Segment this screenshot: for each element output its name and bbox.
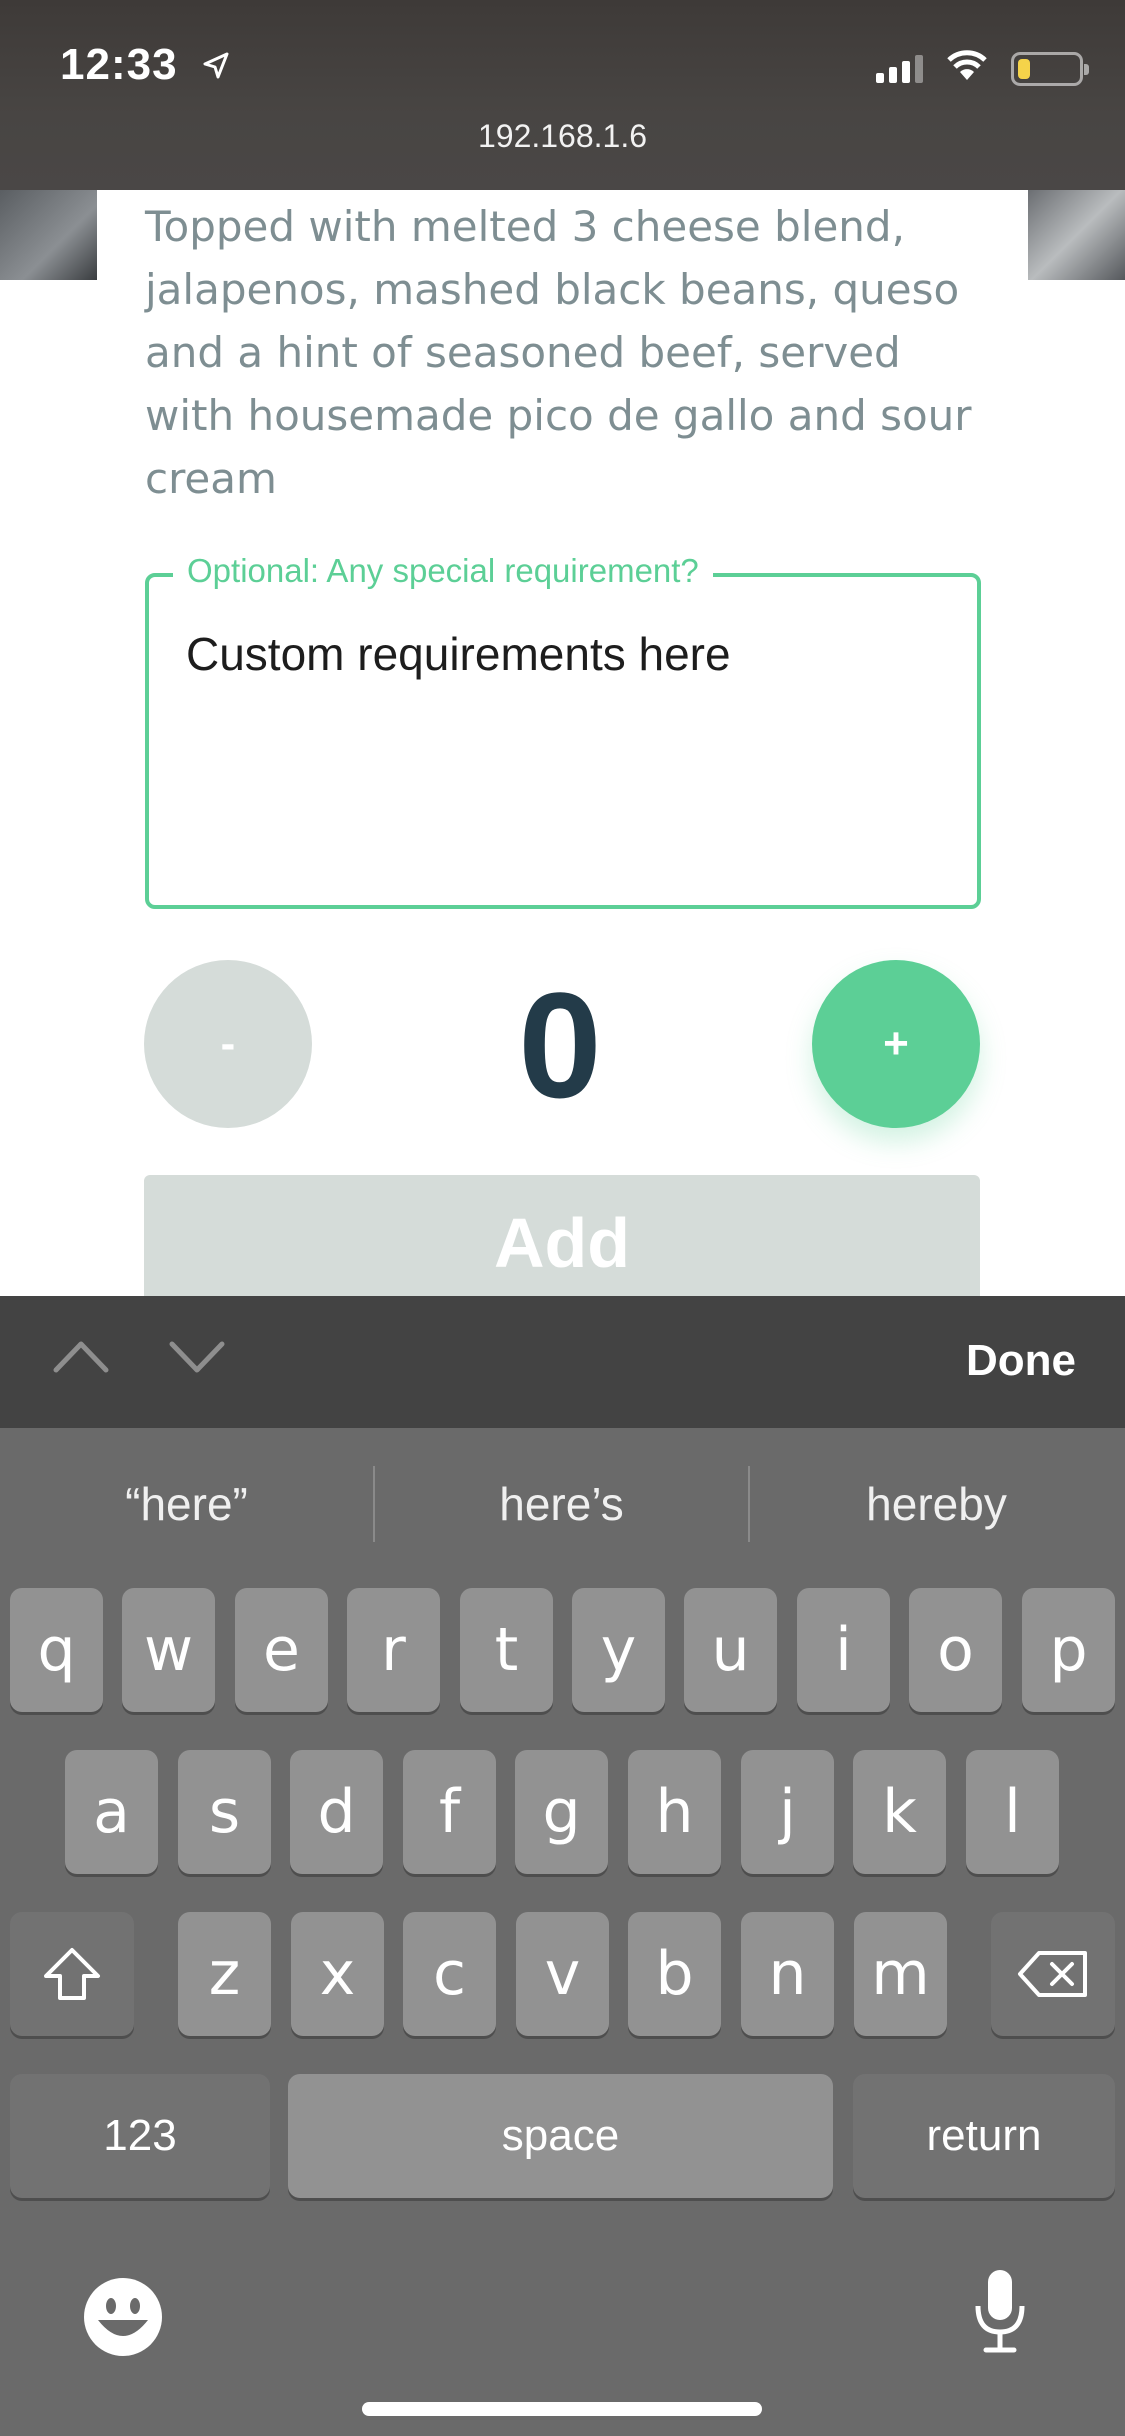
decrease-quantity-button[interactable]: -	[144, 960, 312, 1128]
increase-quantity-button[interactable]: +	[812, 960, 980, 1128]
key-b[interactable]: b	[628, 1912, 721, 2036]
key-u[interactable]: u	[684, 1588, 777, 1712]
key-w[interactable]: w	[122, 1588, 215, 1712]
item-description: Topped with melted 3 cheese blend, jalap…	[145, 202, 972, 503]
key-j[interactable]: j	[741, 1750, 834, 1874]
background-image-right	[1028, 190, 1125, 280]
special-requirement-field[interactable]	[145, 573, 981, 909]
home-indicator	[362, 2402, 762, 2416]
special-requirement-input[interactable]: Custom requirements here	[186, 627, 946, 681]
status-indicators	[876, 50, 1089, 87]
status-time: 12:33	[60, 40, 231, 92]
suggestion-item[interactable]: here’s	[375, 1464, 748, 1544]
suggestion-item[interactable]: “here”	[0, 1464, 373, 1544]
return-key[interactable]: return	[853, 2074, 1115, 2198]
key-l[interactable]: l	[966, 1750, 1059, 1874]
suggestion-item[interactable]: hereby	[750, 1464, 1123, 1544]
key-e[interactable]: e	[235, 1588, 328, 1712]
key-a[interactable]: a	[65, 1750, 158, 1874]
key-r[interactable]: r	[347, 1588, 440, 1712]
decrease-quantity-label: -	[220, 1019, 236, 1068]
microphone-icon[interactable]	[970, 2266, 1030, 2361]
battery-icon	[1011, 51, 1089, 86]
special-requirement-label: Optional: Any special requirement?	[173, 552, 713, 590]
quantity-value: 0	[518, 961, 602, 1129]
chevron-up-icon[interactable]	[52, 1336, 110, 1381]
key-t[interactable]: t	[460, 1588, 553, 1712]
wifi-icon	[945, 50, 989, 87]
key-y[interactable]: y	[572, 1588, 665, 1712]
shift-icon	[44, 1948, 100, 2000]
key-o[interactable]: o	[909, 1588, 1002, 1712]
special-requirement-value: Custom requirements here	[186, 628, 731, 680]
key-x[interactable]: x	[291, 1912, 384, 2036]
key-v[interactable]: v	[516, 1912, 609, 2036]
increase-quantity-label: +	[883, 1019, 909, 1068]
key-n[interactable]: n	[741, 1912, 834, 2036]
key-g[interactable]: g	[515, 1750, 608, 1874]
key-q[interactable]: q	[10, 1588, 103, 1712]
key-f[interactable]: f	[403, 1750, 496, 1874]
status-bar: 12:33 192.168.1.6	[0, 0, 1125, 190]
add-button-label: Add	[493, 1204, 631, 1282]
cellular-signal-icon	[876, 54, 923, 83]
location-arrow-icon	[201, 42, 231, 92]
keyboard: “here” here’s hereby 123 space return qw…	[0, 1428, 1125, 2436]
key-z[interactable]: z	[178, 1912, 271, 2036]
key-h[interactable]: h	[628, 1750, 721, 1874]
shift-key[interactable]	[10, 1912, 134, 2036]
key-p[interactable]: p	[1022, 1588, 1115, 1712]
delete-key[interactable]	[991, 1912, 1115, 2036]
key-k[interactable]: k	[853, 1750, 946, 1874]
predictive-text-bar: “here” here’s hereby	[0, 1428, 1125, 1584]
key-s[interactable]: s	[178, 1750, 271, 1874]
keyboard-accessory-bar: Done	[0, 1296, 1125, 1428]
key-d[interactable]: d	[290, 1750, 383, 1874]
url-bar[interactable]: 192.168.1.6	[0, 118, 1125, 155]
chevron-down-icon[interactable]	[168, 1336, 226, 1381]
key-i[interactable]: i	[797, 1588, 890, 1712]
background-image-left	[0, 190, 97, 280]
battery-level	[1018, 58, 1030, 79]
numbers-key[interactable]: 123	[10, 2074, 270, 2198]
done-button[interactable]: Done	[966, 1336, 1076, 1386]
add-to-order-button[interactable]: Add	[144, 1175, 980, 1296]
emoji-icon[interactable]	[82, 2276, 164, 2363]
space-key[interactable]: space	[288, 2074, 833, 2198]
backspace-icon	[1018, 1951, 1087, 1997]
key-c[interactable]: c	[403, 1912, 496, 2036]
key-m[interactable]: m	[854, 1912, 947, 2036]
